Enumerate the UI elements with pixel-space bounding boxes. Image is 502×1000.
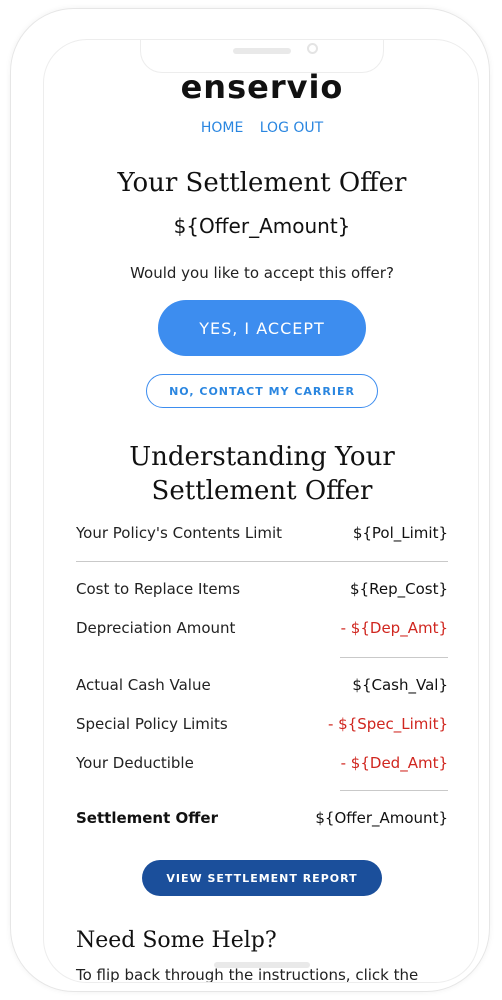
offer-amount: ${Offer_Amount} bbox=[173, 214, 351, 238]
row-value: ${Pol_Limit} bbox=[352, 524, 448, 542]
divider bbox=[340, 657, 448, 658]
page-title: Your Settlement Offer bbox=[117, 168, 407, 198]
row-value: ${Cash_Val} bbox=[352, 676, 448, 694]
row-value: - ${Dep_Amt} bbox=[340, 619, 448, 637]
understanding-heading: Understanding Your Settlement Offer bbox=[44, 440, 478, 508]
row-value: ${Offer_Amount} bbox=[315, 809, 448, 827]
phone-screen: enservio HOME LOG OUT Your Settlement Of… bbox=[43, 39, 479, 983]
divider bbox=[340, 790, 448, 791]
row-label: Cost to Replace Items bbox=[76, 580, 241, 598]
row-label: Depreciation Amount bbox=[76, 619, 236, 637]
home-indicator bbox=[214, 962, 310, 968]
understanding-heading-line2: Settlement Offer bbox=[151, 476, 373, 506]
row-value: - ${Spec_Limit} bbox=[327, 715, 448, 733]
contact-carrier-button[interactable]: NO, CONTACT MY CARRIER bbox=[146, 374, 378, 408]
phone-frame: enservio HOME LOG OUT Your Settlement Of… bbox=[10, 8, 490, 992]
row-value: - ${Ded_Amt} bbox=[340, 754, 448, 772]
help-heading: Need Some Help? bbox=[76, 928, 277, 953]
logout-link[interactable]: LOG OUT bbox=[260, 120, 323, 136]
home-link[interactable]: HOME bbox=[201, 120, 243, 136]
understanding-heading-line1: Understanding Your bbox=[129, 442, 395, 472]
divider bbox=[76, 561, 448, 562]
phone-notch bbox=[140, 40, 384, 73]
row-value: ${Rep_Cost} bbox=[350, 580, 448, 598]
row-label: Actual Cash Value bbox=[76, 676, 211, 694]
row-label: Your Policy's Contents Limit bbox=[76, 524, 283, 542]
enservio-logo: enservio bbox=[180, 68, 344, 106]
accept-question: Would you like to accept this offer? bbox=[130, 264, 394, 282]
speaker-grille bbox=[233, 48, 291, 54]
top-nav: HOME LOG OUT bbox=[44, 120, 478, 136]
view-settlement-report-button[interactable]: VIEW SETTLEMENT REPORT bbox=[142, 860, 382, 896]
help-text: To flip back through the instructions, c… bbox=[76, 966, 419, 983]
camera-icon bbox=[307, 43, 318, 54]
row-label: Settlement Offer bbox=[76, 809, 218, 827]
accept-button[interactable]: YES, I ACCEPT bbox=[158, 300, 366, 356]
row-label: Special Policy Limits bbox=[76, 715, 228, 733]
app-content: enservio HOME LOG OUT Your Settlement Of… bbox=[44, 40, 478, 983]
row-label: Your Deductible bbox=[76, 754, 194, 772]
